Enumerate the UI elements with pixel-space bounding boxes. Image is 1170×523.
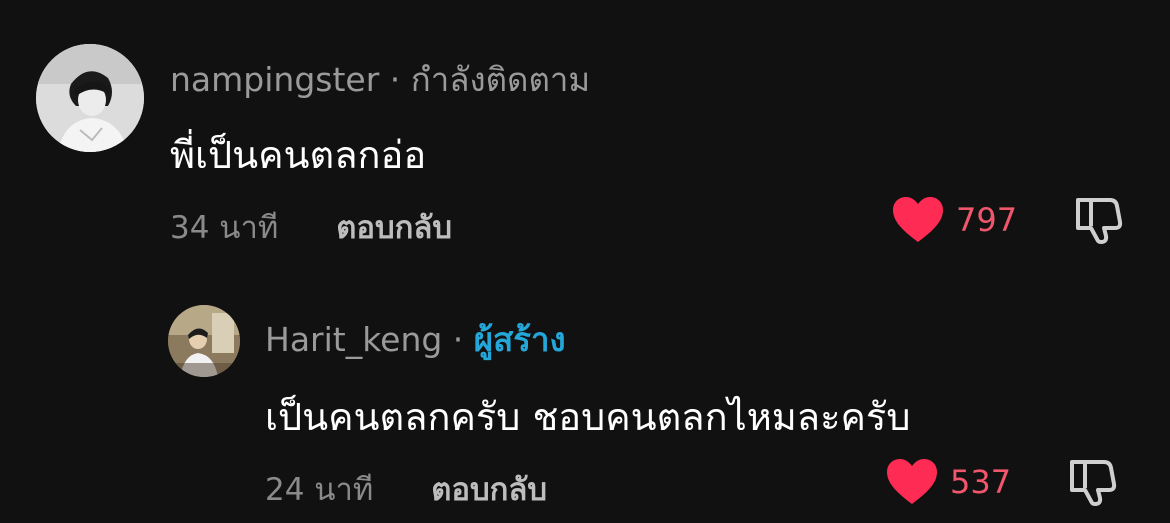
comment-time: 34 นาที (170, 210, 279, 246)
separator-dot: · (442, 320, 474, 359)
like-button[interactable]: 537 (886, 458, 1011, 506)
dislike-button[interactable] (1072, 194, 1124, 250)
comment-text: เป็นคนตลกครับ ชอบคนตลกไหมละครับ (265, 395, 911, 439)
comment-text: พี่เป็นคนตลกอ่อ (170, 133, 427, 177)
reply-button[interactable]: ตอบกลับ (336, 210, 452, 246)
comment-meta: 34 นาที ตอบกลับ (170, 202, 452, 252)
creator-tag: ผู้สร้าง (473, 320, 566, 359)
avatar-photo (168, 305, 240, 377)
like-count: 537 (950, 463, 1012, 501)
dislike-button[interactable] (1066, 456, 1118, 512)
comment-time: 24 นาที (265, 472, 374, 508)
like-count: 797 (956, 201, 1018, 239)
like-button[interactable]: 797 (892, 196, 1017, 244)
comment-header: Harit_keng · ผู้สร้าง (265, 313, 566, 366)
thumbs-down-icon (1070, 460, 1117, 506)
comment-meta: 24 นาที ตอบกลับ (265, 464, 547, 514)
heart-icon (893, 197, 943, 242)
avatar[interactable] (36, 44, 144, 152)
avatar[interactable] (168, 305, 240, 377)
username[interactable]: Harit_keng (265, 320, 442, 359)
avatar-photo (36, 44, 144, 152)
comment-header: nampingster · กำลังติดตาม (170, 53, 590, 106)
reply-button[interactable]: ตอบกลับ (431, 472, 547, 508)
username[interactable]: nampingster (170, 60, 379, 99)
separator-dot: · (379, 60, 411, 99)
following-tag: กำลังติดตาม (410, 60, 591, 99)
heart-icon (887, 459, 937, 504)
thumbs-down-icon (1076, 198, 1123, 244)
